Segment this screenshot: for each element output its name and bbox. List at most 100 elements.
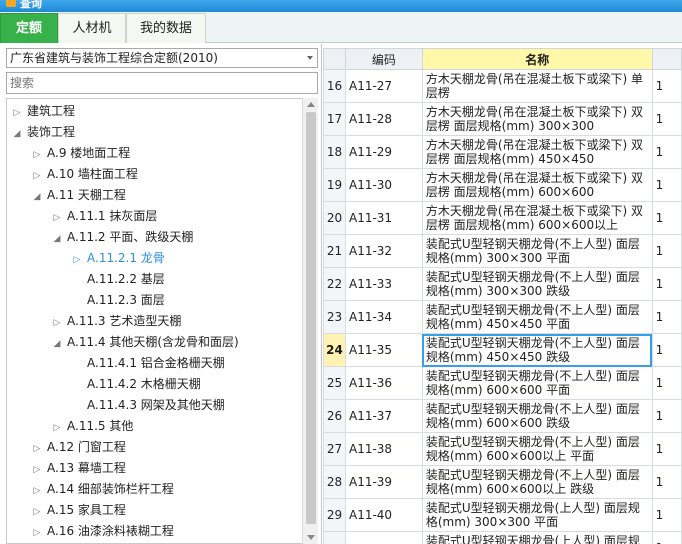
row-number[interactable]: 28 [323,465,346,499]
collapsed-caret-icon[interactable]: ▷ [31,145,43,166]
code-cell[interactable]: A11-27 [344,69,423,103]
code-column-header[interactable]: 编码 [344,48,423,70]
table-row[interactable]: 18 A11-29 方木天棚龙骨(吊在混凝土板下或梁下) 双层楞 面层规格(mm) … [323,135,682,169]
code-cell[interactable]: A11-32 [344,234,423,268]
tree-node[interactable]: ▷ A.9 楼地面工程 [31,143,131,166]
tree-node[interactable]: ◢ A.11 天棚工程 [31,185,126,206]
unit-cell[interactable]: 1 [651,333,682,367]
code-cell[interactable]: A11-29 [344,135,423,169]
table-row[interactable]: 25 A11-36 装配式U型轻钢天棚龙骨(不上人型) 面层规格(mm) 600×6… [323,366,682,400]
code-cell[interactable]: A11-28 [344,102,423,136]
expanded-caret-icon[interactable]: ◢ [31,187,43,208]
table-row[interactable]: 装配式U型轻钢天棚龙骨(上人型) 面层规格1 [323,531,682,544]
unit-cell[interactable]: 1 [651,432,682,466]
unit-cell[interactable]: 1 [651,267,682,301]
tree-node[interactable]: ▷ A.11.1 抹灰面层 [51,206,158,229]
tab-labor-material-machine[interactable]: 人材机 [58,13,126,43]
table-row[interactable]: 20 A11-31 方木天棚龙骨(吊在混凝土板下或梁下) 双层楞 面层规格(mm) … [323,201,682,235]
collapsed-caret-icon[interactable]: ▷ [31,166,43,187]
table-row[interactable]: 29 A11-40 装配式U型轻钢天棚龙骨(上人型) 面层规格(mm) 300×30… [323,498,682,532]
collapsed-caret-icon[interactable]: ▷ [31,439,43,460]
expanded-caret-icon[interactable]: ◢ [11,124,23,145]
name-cell[interactable]: 装配式U型轻钢天棚龙骨(不上人型) 面层规格(mm) 450×450 跌级 [421,333,653,367]
row-number[interactable]: 25 [323,366,346,400]
name-cell[interactable]: 装配式U型轻钢天棚龙骨(不上人型) 面层规格(mm) 450×450 平面 [421,300,653,334]
collapsed-caret-icon[interactable]: ▷ [31,481,43,502]
tree-node[interactable]: ▷ A.16 油漆涂料裱糊工程 [31,521,174,542]
unit-column-header[interactable] [651,48,682,70]
tree-node[interactable]: ▷ A.15 家具工程 [31,500,126,521]
table-row[interactable]: 23 A11-34 装配式U型轻钢天棚龙骨(不上人型) 面层规格(mm) 450×4… [323,300,682,334]
code-cell[interactable]: A11-34 [344,300,423,334]
tree-node[interactable]: ▷ A.14 细部装饰栏杆工程 [31,479,174,500]
tree-node[interactable]: A.11.4.1 铝合金格栅天棚 [71,353,225,374]
name-cell[interactable]: 装配式U型轻钢天棚龙骨(不上人型) 面层规格(mm) 600×600 平面 [421,366,653,400]
unit-cell[interactable]: 1 [651,399,682,433]
name-cell[interactable]: 装配式U型轻钢天棚龙骨(上人型) 面层规格 [421,531,653,544]
name-cell[interactable]: 装配式U型轻钢天棚龙骨(上人型) 面层规格(mm) 300×300 平面 [421,498,653,532]
tree-node[interactable]: A.11.2.3 面层 [71,290,165,311]
collapsed-caret-icon[interactable]: ▷ [51,208,63,229]
tab-my-data[interactable]: 我的数据 [126,13,206,43]
name-cell[interactable]: 方木天棚龙骨(吊在混凝土板下或梁下) 双层楞 面层规格(mm) 300×300 [421,102,653,136]
scroll-down-arrow-icon[interactable] [307,535,315,540]
row-number[interactable]: 17 [323,102,346,136]
collapsed-caret-icon[interactable]: ▷ [71,250,83,271]
code-cell[interactable]: A11-33 [344,267,423,301]
name-cell[interactable]: 方木天棚龙骨(吊在混凝土板下或梁下) 双层楞 面层规格(mm) 600×600 [421,168,653,202]
code-cell[interactable]: A11-31 [344,201,423,235]
row-number[interactable]: 18 [323,135,346,169]
row-number[interactable]: 29 [323,498,346,532]
collapsed-caret-icon[interactable]: ▷ [51,418,63,439]
tree-node[interactable]: ▷ A.12 门窗工程 [31,437,126,458]
unit-cell[interactable]: 1 [651,69,682,103]
unit-cell[interactable]: 1 [651,300,682,334]
code-cell[interactable]: A11-38 [344,432,423,466]
tree-node[interactable]: ◢ A.11.2 平面、跌级天棚 [51,227,194,250]
tree-node[interactable]: ▷ A.10 墙柱面工程 [31,164,138,185]
table-row[interactable]: 16 A11-27 方木天棚龙骨(吊在混凝土板下或梁下) 单层楞 1 [323,69,682,103]
tree-node[interactable]: A.11.4.3 网架及其他天棚 [71,395,225,416]
tree-node[interactable]: ▷ A.11.5 其他 [51,416,134,439]
collapsed-caret-icon[interactable]: ▷ [31,460,43,481]
chevron-down-icon[interactable] [307,56,313,60]
expanded-caret-icon[interactable]: ◢ [51,334,63,355]
collapsed-caret-icon[interactable]: ▷ [31,523,43,543]
tree-node[interactable]: A.11.2.2 基层 [71,269,165,290]
row-number[interactable]: 23 [323,300,346,334]
table-row[interactable]: 28 A11-39 装配式U型轻钢天棚龙骨(不上人型) 面层规格(mm) 600×6… [323,465,682,499]
code-cell[interactable]: A11-39 [344,465,423,499]
search-input[interactable] [6,72,318,94]
row-number[interactable]: 20 [323,201,346,235]
expanded-caret-icon[interactable]: ◢ [51,229,63,250]
code-cell[interactable]: A11-40 [344,498,423,532]
tree-node[interactable]: ▷ A.11.2.1 龙骨 [71,248,165,269]
collapsed-caret-icon[interactable]: ▷ [31,502,43,523]
code-cell[interactable]: A11-37 [344,399,423,433]
unit-cell[interactable]: 1 [651,168,682,202]
unit-cell[interactable]: 1 [651,498,682,532]
tree-node[interactable]: ◢ A.11.4 其他天棚(含龙骨和面层) [51,332,239,353]
scroll-up-arrow-icon[interactable] [307,102,315,107]
table-row[interactable]: 26 A11-37 装配式U型轻钢天棚龙骨(不上人型) 面层规格(mm) 600×6… [323,399,682,433]
name-column-header[interactable]: 名称 [421,48,653,70]
unit-cell[interactable]: 1 [651,234,682,268]
code-cell[interactable]: A11-30 [344,168,423,202]
name-cell[interactable]: 装配式U型轻钢天棚龙骨(不上人型) 面层规格(mm) 600×600以上 跌级 [421,465,653,499]
tree-node[interactable]: A.11.4.2 木格栅天棚 [71,374,201,395]
tree-scrollbar[interactable] [302,98,318,544]
name-cell[interactable]: 装配式U型轻钢天棚龙骨(不上人型) 面层规格(mm) 600×600 跌级 [421,399,653,433]
collapsed-caret-icon[interactable]: ▷ [11,103,23,124]
row-number[interactable]: 26 [323,399,346,433]
table-row[interactable]: 19 A11-30 方木天棚龙骨(吊在混凝土板下或梁下) 双层楞 面层规格(mm) … [323,168,682,202]
unit-cell[interactable]: 1 [651,102,682,136]
tree-node[interactable]: ▷ 建筑工程 [11,101,75,122]
scrollbar-thumb[interactable] [306,112,316,524]
name-cell[interactable]: 装配式U型轻钢天棚龙骨(不上人型) 面层规格(mm) 300×300 平面 [421,234,653,268]
row-number[interactable]: 16 [323,69,346,103]
name-cell[interactable]: 方木天棚龙骨(吊在混凝土板下或梁下) 双层楞 面层规格(mm) 450×450 [421,135,653,169]
unit-cell[interactable]: 1 [651,531,682,544]
row-number[interactable]: 22 [323,267,346,301]
name-cell[interactable]: 方木天棚龙骨(吊在混凝土板下或梁下) 单层楞 [421,69,653,103]
tree-node[interactable]: ▷ A.13 幕墙工程 [31,458,126,479]
